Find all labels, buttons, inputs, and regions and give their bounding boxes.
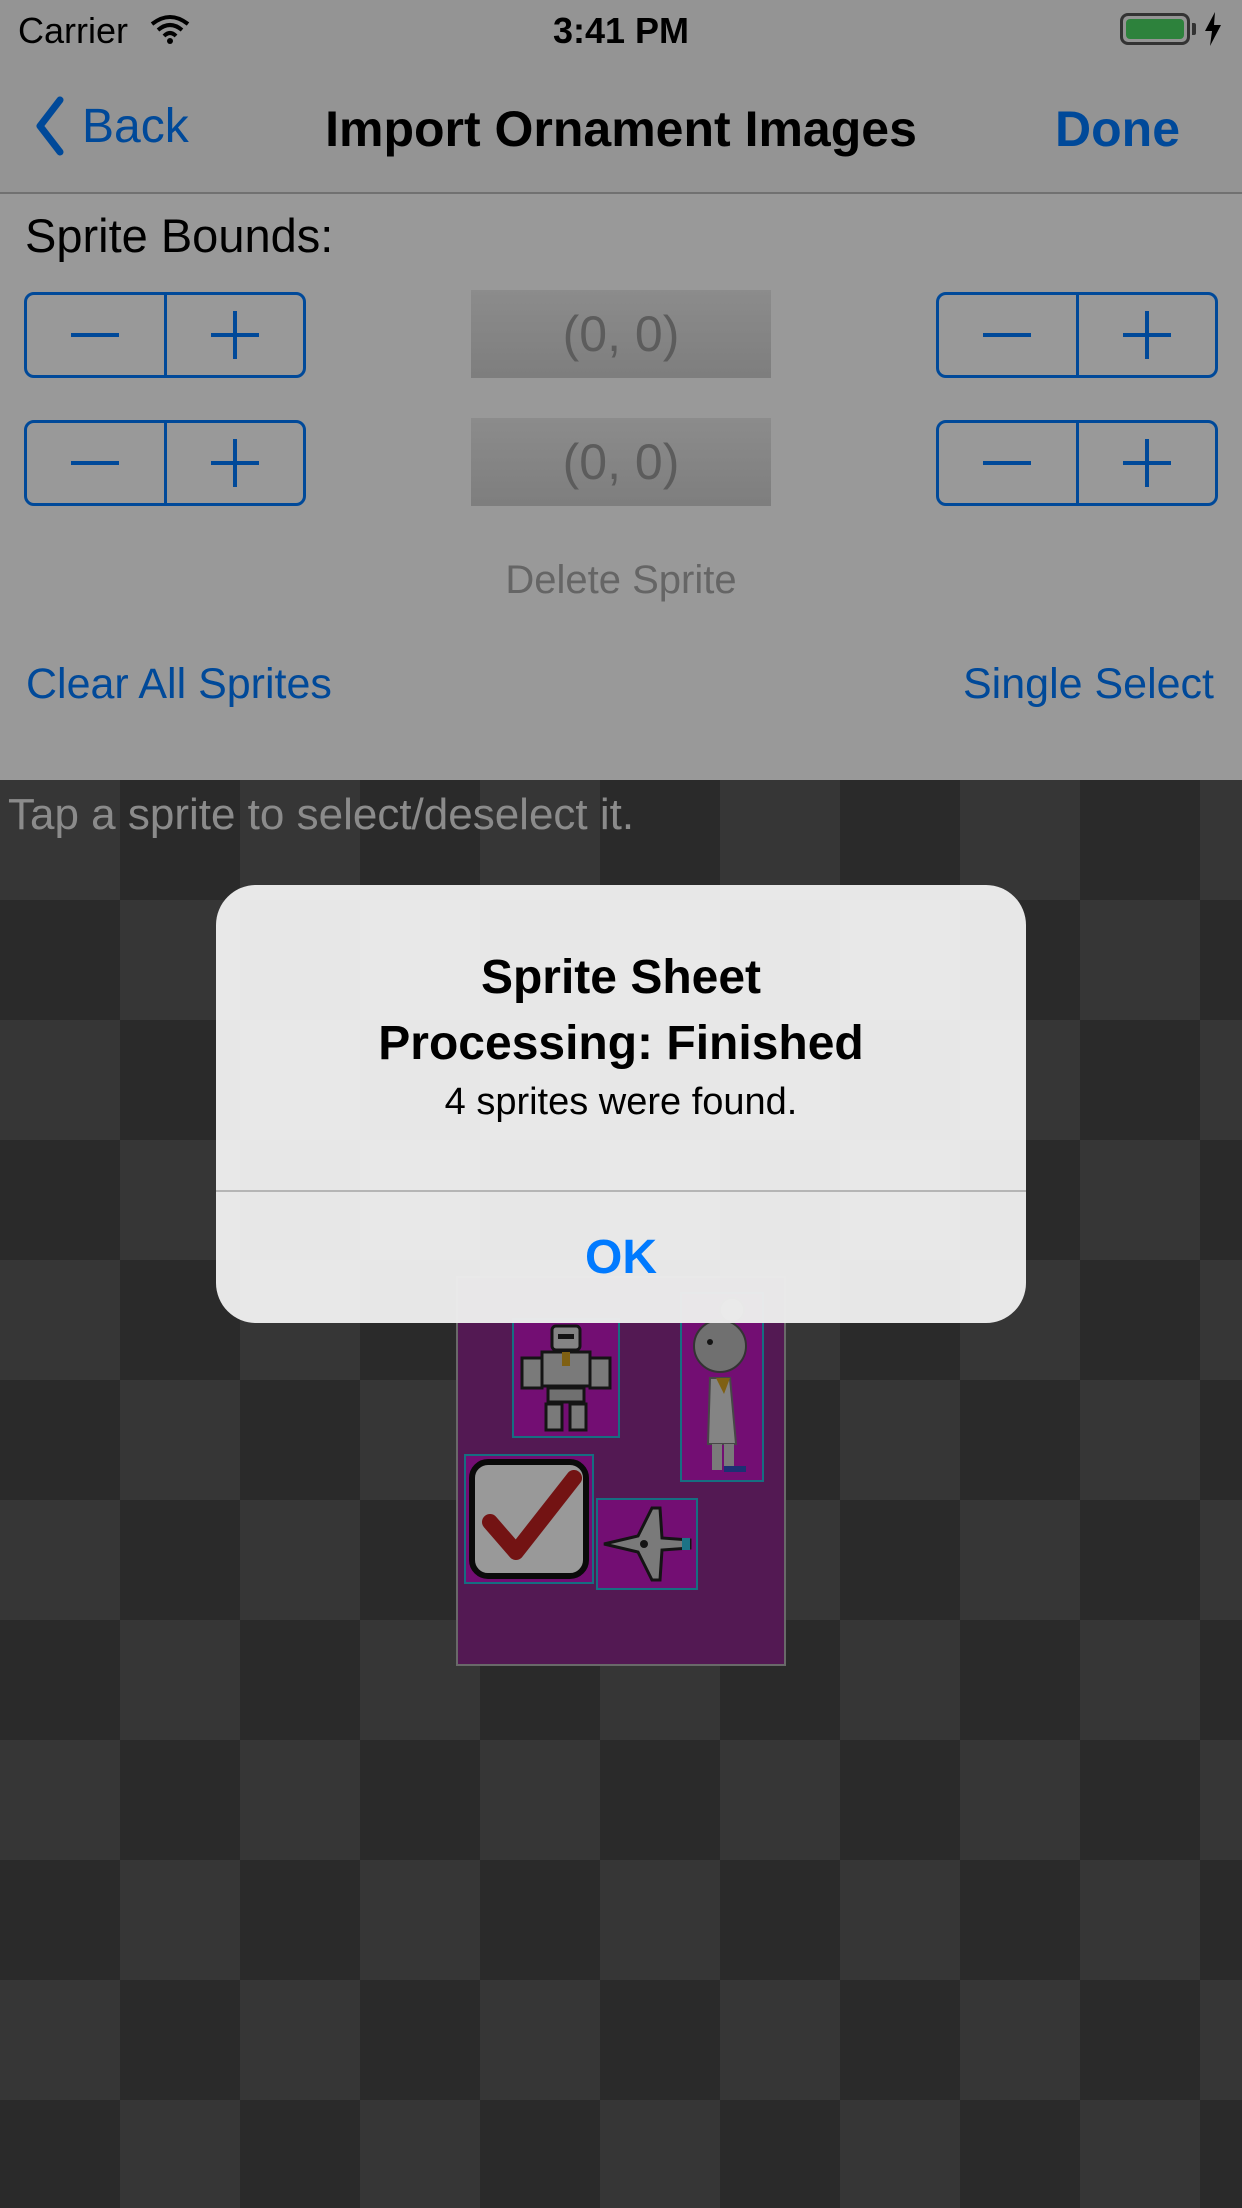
app-screen: Carrier 3:41 PM Back Import Ornament Ima… [0, 0, 1242, 2208]
alert-title-line-1: Sprite Sheet [480, 951, 762, 1004]
alert-dialog: Sprite Sheet Processing: Finished 4 spri… [216, 885, 1026, 1323]
alert-title-line-2: Processing: Finished [378, 1017, 864, 1070]
alert-message: 4 sprites were found. [444, 1081, 798, 1123]
ok-button[interactable]: OK [216, 1192, 1026, 1323]
alert-title: Sprite Sheet Processing: Finished [256, 945, 986, 1077]
